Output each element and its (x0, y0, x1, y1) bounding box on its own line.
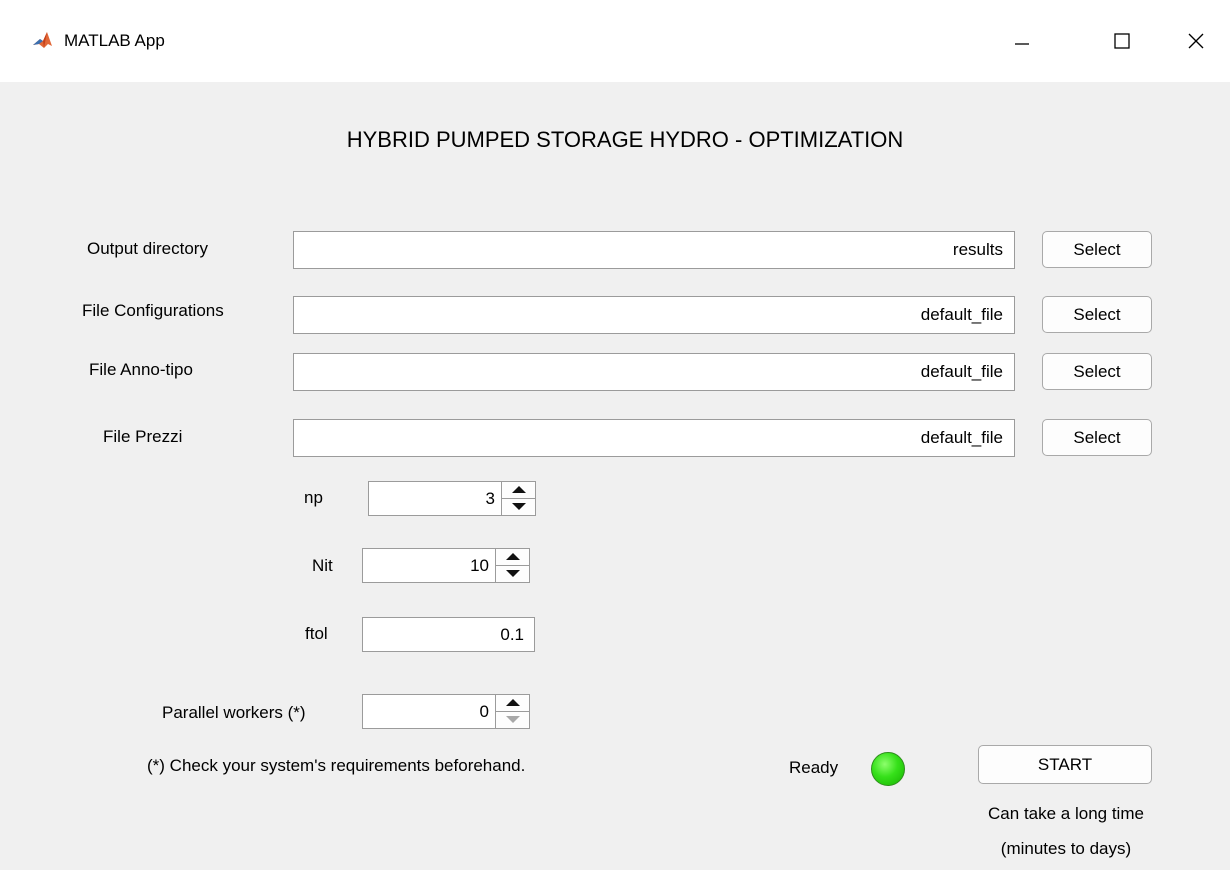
ftol-field[interactable] (362, 617, 535, 652)
parallel-workers-label: Parallel workers (*) (162, 703, 306, 722)
status-label: Ready (789, 758, 839, 777)
close-button[interactable] (1166, 16, 1226, 66)
nit-spinner-buttons (495, 549, 529, 582)
requirements-note: (*) Check your system's requirements bef… (147, 756, 526, 775)
matlab-logo-icon (31, 30, 53, 52)
np-increment-button[interactable] (502, 482, 535, 499)
parallel-workers-decrement-button[interactable] (496, 712, 529, 729)
status-lamp (871, 752, 905, 786)
np-label: np (304, 488, 323, 507)
maximize-icon (1114, 33, 1130, 49)
parallel-workers-spinner-buttons (495, 695, 529, 728)
np-spinner (368, 481, 536, 516)
file-anno-tipo-select-button[interactable]: Select (1042, 353, 1152, 390)
nit-increment-button[interactable] (496, 549, 529, 566)
file-anno-tipo-label: File Anno-tipo (89, 360, 193, 379)
file-prezzi-select-button[interactable]: Select (1042, 419, 1152, 456)
app-window: MATLAB App HYBRID PUMPED STORAGE HYDRO -… (0, 0, 1230, 870)
nit-label: Nit (312, 556, 333, 575)
app-heading: HYBRID PUMPED STORAGE HYDRO - OPTIMIZATI… (346, 127, 904, 152)
nit-field[interactable] (363, 549, 495, 582)
title-bar[interactable]: MATLAB App (0, 0, 1230, 82)
file-configurations-select-button[interactable]: Select (1042, 296, 1152, 333)
ftol-label: ftol (305, 624, 328, 643)
file-prezzi-label: File Prezzi (103, 427, 183, 446)
file-anno-tipo-field[interactable] (293, 353, 1015, 391)
start-hint-line1: Can take a long time (988, 804, 1144, 823)
maximize-button[interactable] (1092, 16, 1152, 66)
window-title: MATLAB App (64, 31, 165, 50)
minimize-icon (1015, 43, 1029, 45)
close-icon (1188, 33, 1204, 49)
arrow-down-icon (511, 503, 526, 511)
output-directory-select-button[interactable]: Select (1042, 231, 1152, 268)
output-directory-label: Output directory (87, 239, 208, 258)
arrow-up-icon (511, 486, 526, 494)
file-configurations-label: File Configurations (82, 301, 224, 320)
arrow-up-icon (505, 553, 520, 561)
arrow-down-icon (505, 570, 520, 578)
minimize-button[interactable] (992, 16, 1052, 66)
arrow-down-icon (505, 716, 520, 724)
output-directory-field[interactable] (293, 231, 1015, 269)
app-heading-container: HYBRID PUMPED STORAGE HYDRO - OPTIMIZATI… (0, 124, 1230, 156)
np-field[interactable] (369, 482, 501, 515)
start-hint-line2: (minutes to days) (1000, 839, 1132, 858)
file-configurations-field[interactable] (293, 296, 1015, 334)
nit-decrement-button[interactable] (496, 566, 529, 583)
nit-spinner (362, 548, 530, 583)
parallel-workers-spinner (362, 694, 530, 729)
parallel-workers-increment-button[interactable] (496, 695, 529, 712)
file-prezzi-field[interactable] (293, 419, 1015, 457)
arrow-up-icon (505, 699, 520, 707)
np-spinner-buttons (501, 482, 535, 515)
parallel-workers-field[interactable] (363, 695, 495, 728)
np-decrement-button[interactable] (502, 499, 535, 516)
start-button[interactable]: START (978, 745, 1152, 784)
